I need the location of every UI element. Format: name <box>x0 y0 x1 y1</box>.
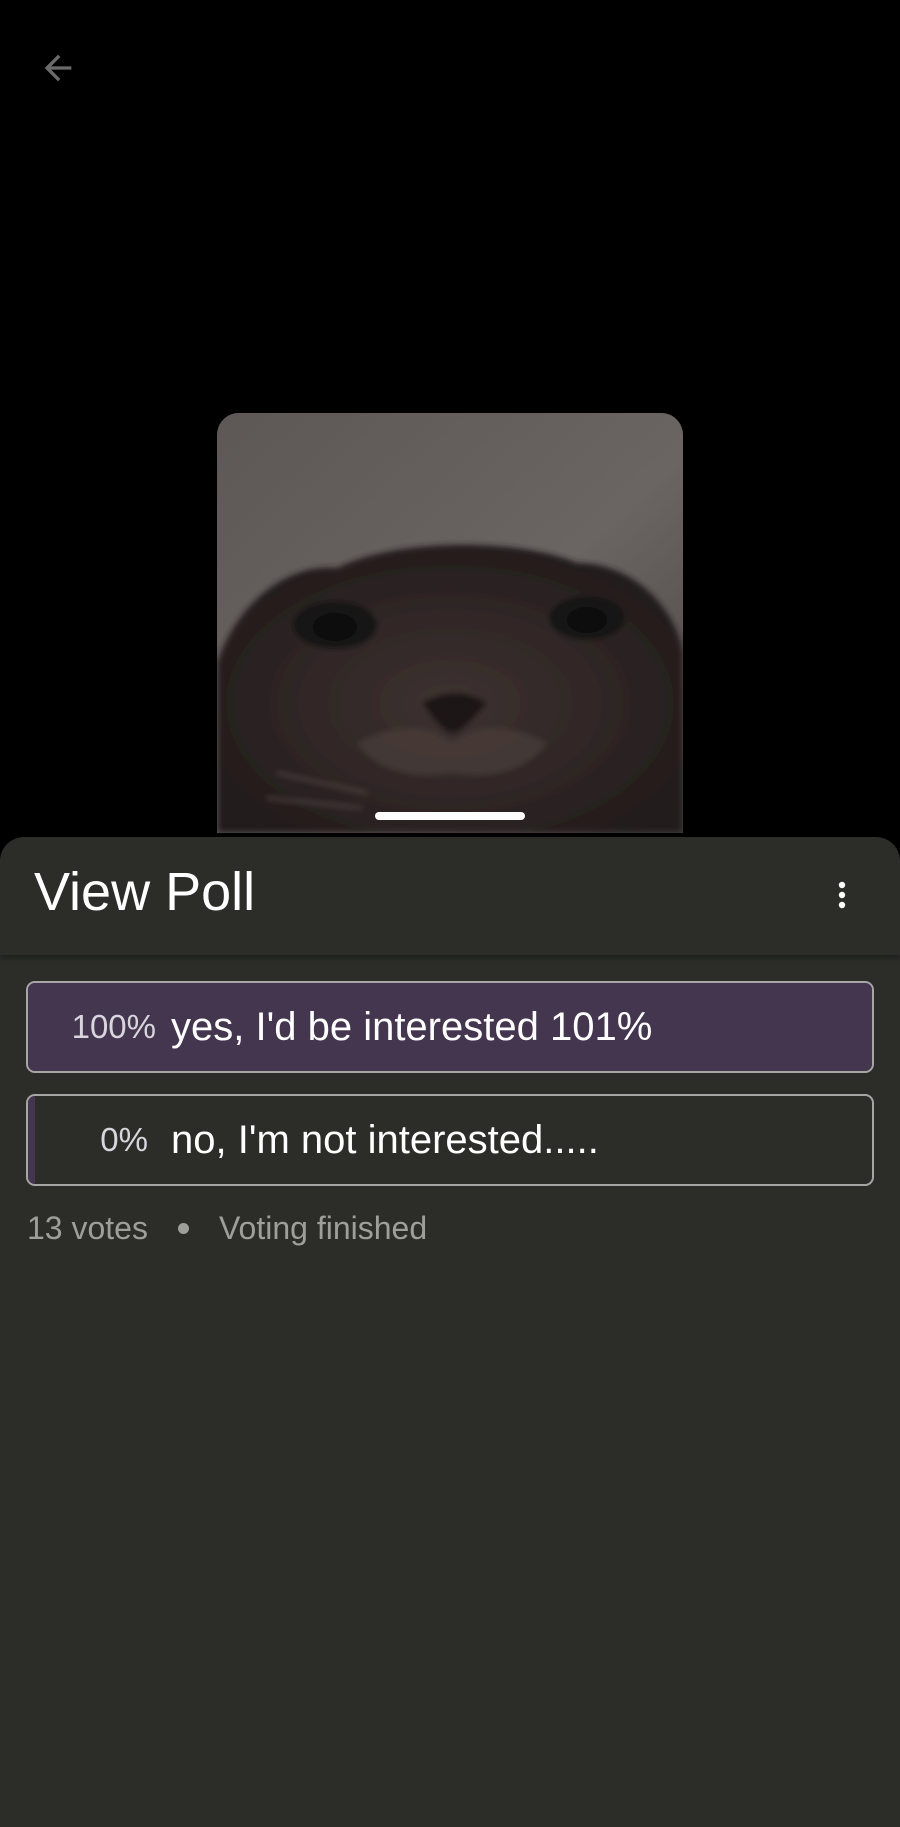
poll-option-no[interactable]: 0% no, I'm not interested..... <box>26 1094 874 1186</box>
option-label: yes, I'd be interested 101% <box>171 1004 653 1049</box>
sheet-header: View Poll <box>0 837 900 955</box>
arrow-left-icon <box>44 54 72 82</box>
screen: View Poll 100% yes, I'd be interested 10… <box>0 0 900 1827</box>
poll-sheet: View Poll 100% yes, I'd be interested 10… <box>0 837 900 1827</box>
more-vertical-icon <box>838 881 846 909</box>
poll-status: Voting finished <box>218 1210 428 1246</box>
option-percentage: 100% <box>71 1008 156 1045</box>
separator-dot <box>177 1223 189 1234</box>
vote-count: 13 votes <box>27 1210 148 1246</box>
option-label: no, I'm not interested..... <box>171 1117 599 1162</box>
back-button[interactable] <box>30 40 86 96</box>
poll-option-yes[interactable]: 100% yes, I'd be interested 101% <box>26 981 874 1073</box>
poll-meta: 13 votes Voting finished <box>27 1210 427 1247</box>
poll-options: 100% yes, I'd be interested 101% 0% no, … <box>26 981 874 1207</box>
cat-photo <box>217 413 683 833</box>
more-options-button[interactable] <box>814 867 870 923</box>
page-title: View Poll <box>34 862 256 922</box>
home-indicator[interactable] <box>375 812 525 820</box>
option-percentage: 0% <box>100 1121 148 1158</box>
